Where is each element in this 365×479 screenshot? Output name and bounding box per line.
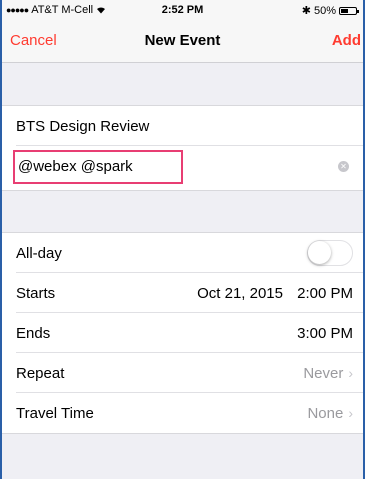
battery-percent: 50% [313,4,336,17]
starts-time[interactable]: 2:00 PM [297,285,353,302]
chevron-right-icon: › [348,364,353,381]
starts-row[interactable]: Starts Oct 21, 2015 2:00 PM [2,273,363,313]
add-button[interactable]: Add [332,32,361,49]
nav-bar: Cancel New Event Add [2,20,363,63]
repeat-value-wrap[interactable]: Never › [303,365,353,382]
title-input[interactable]: BTS Design Review [16,118,149,135]
ends-time[interactable]: 3:00 PM [297,325,353,342]
starts-label: Starts [16,284,56,302]
location-input[interactable]: @webex @spark [18,158,133,175]
starts-date[interactable]: Oct 21, 2015 [197,285,283,302]
repeat-label: Repeat [16,364,65,382]
battery-icon [339,6,359,15]
phone-frame: ●●●●● AT&T M-Cell 2:52 PM ✱ 50% Cancel N… [0,0,365,479]
repeat-row[interactable]: Repeat Never › [2,353,363,393]
chevron-right-icon: › [348,404,353,421]
bluetooth-icon: ✱ [301,5,311,17]
event-details-section: BTS Design Review @webex @spark ✕ [2,105,363,191]
all-day-toggle[interactable] [307,240,353,266]
travel-time-row[interactable]: Travel Time None › [2,393,363,433]
repeat-value: Never [303,364,344,382]
travel-time-label: Travel Time [16,404,94,422]
clear-icon[interactable]: ✕ [338,161,349,172]
date-time-section: All-day Starts Oct 21, 2015 2:00 PM Ends… [2,232,363,434]
all-day-label: All-day [16,244,62,262]
location-row[interactable]: @webex @spark ✕ [2,146,363,190]
status-right: ✱ 50% [301,4,359,17]
status-bar: ●●●●● AT&T M-Cell 2:52 PM ✱ 50% [2,0,363,20]
title-row[interactable]: BTS Design Review [2,106,363,146]
page-title: New Event [144,32,221,49]
battery-fill [341,8,348,13]
toggle-knob [308,241,331,264]
travel-time-value: None [307,404,344,422]
all-day-row: All-day [2,233,363,273]
travel-time-value-wrap[interactable]: None › [307,405,353,422]
ends-row[interactable]: Ends 3:00 PM [2,313,363,353]
ends-label: Ends [16,324,51,342]
